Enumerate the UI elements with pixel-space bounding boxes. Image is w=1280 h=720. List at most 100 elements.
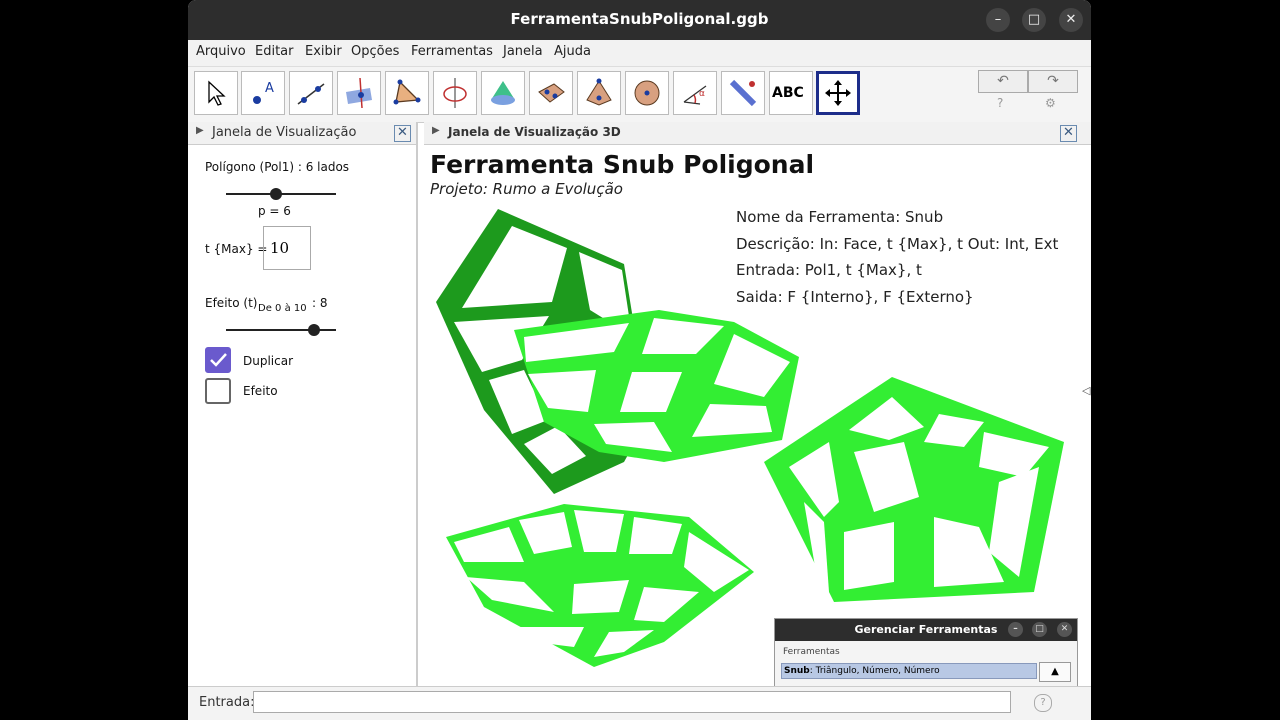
perpendicular-plane-icon	[346, 78, 372, 108]
effect-label: Efeito (t)	[205, 296, 258, 310]
move-tool-button[interactable]	[194, 71, 238, 115]
menu-opcoes[interactable]: Opções	[351, 44, 399, 59]
p-slider-knob[interactable]	[269, 188, 282, 200]
tool-list-item-snub[interactable]: Snub: Triângulo, Número, Número	[781, 663, 1037, 679]
menu-exibir[interactable]: Exibir	[305, 44, 342, 59]
title-bar: FerramentaSnubPoligonal.ggb – □ ✕	[188, 0, 1091, 40]
left-panel-close-icon[interactable]: ✕	[394, 125, 411, 142]
tmax-label: t {Max} =	[205, 242, 268, 256]
svg-text:A: A	[265, 81, 274, 96]
tool-manager-minimize-button[interactable]: –	[1008, 622, 1023, 637]
settings-gear-icon[interactable]: ⚙	[1045, 96, 1056, 110]
reflect-tool-button[interactable]	[721, 71, 765, 115]
tool-manager-title: Gerenciar Ferramentas	[854, 623, 998, 636]
reflect-plane-icon	[729, 79, 757, 107]
right-panel-header: ▶ Janela de Visualização 3D ✕	[424, 122, 1091, 145]
maximize-button[interactable]: □	[1022, 8, 1046, 32]
app-window: FerramentaSnubPoligonal.ggb – □ ✕ Arquiv…	[188, 0, 1091, 720]
cursor-arrow-icon	[208, 80, 226, 106]
cone-tool-button[interactable]	[481, 71, 525, 115]
collapse-arrow-icon[interactable]: ◁	[1082, 384, 1090, 397]
text-tool-label: ABC	[772, 85, 804, 101]
checkmark-icon	[210, 353, 227, 367]
snub-bowl-bottom	[446, 504, 754, 667]
menu-ajuda[interactable]: Ajuda	[554, 44, 591, 59]
right-panel-close-icon[interactable]: ✕	[1060, 125, 1077, 142]
effect-range-label: De 0 à 10	[258, 303, 307, 314]
effect-slider[interactable]	[226, 324, 336, 336]
menu-bar: Arquivo Editar Exibir Opções Ferramentas…	[188, 40, 1091, 67]
algebra-view-panel: ▶ Janela de Visualização ✕ Polígono (Pol…	[188, 122, 418, 686]
polygon-label: Polígono (Pol1) : 6 lados	[205, 160, 350, 174]
left-panel-title: Janela de Visualização	[212, 125, 357, 140]
toolbar: A α ABC ↶ ↷ ? ⚙	[188, 67, 1091, 123]
graphics-3d-panel[interactable]: ▶ Janela de Visualização 3D ✕ Ferramenta…	[424, 122, 1091, 686]
menu-arquivo[interactable]: Arquivo	[196, 44, 246, 59]
polygon-tool-button[interactable]	[385, 71, 429, 115]
move-up-button[interactable]: ▲	[1039, 662, 1071, 682]
angle-tool-button[interactable]: α	[673, 71, 717, 115]
duplicar-label: Duplicar	[243, 354, 294, 368]
tool-manager-maximize-button[interactable]: □	[1032, 622, 1047, 637]
tool-info-input: Entrada: Pol1, t {Max}, t	[736, 261, 922, 279]
undo-button[interactable]: ↶	[978, 70, 1028, 93]
menu-editar[interactable]: Editar	[255, 44, 294, 59]
efeito-checkbox[interactable]	[205, 378, 231, 404]
pyramid-icon	[586, 78, 612, 106]
svg-text:α: α	[699, 89, 705, 99]
window-title: FerramentaSnubPoligonal.ggb	[510, 10, 769, 28]
menu-janela[interactable]: Janela	[503, 44, 543, 59]
triangle-icon	[393, 79, 421, 105]
tool-item-desc: : Triângulo, Número, Número	[809, 666, 940, 676]
efeito-label: Efeito	[243, 384, 278, 398]
snub-hexagon-top-left	[436, 209, 649, 494]
sphere-icon	[634, 80, 660, 106]
snub-hexagon-top-right	[514, 310, 799, 462]
left-panel-header: ▶ Janela de Visualização ✕	[188, 122, 416, 145]
panel-expand-icon[interactable]: ▶	[196, 125, 204, 136]
perpendicular-tool-button[interactable]	[337, 71, 381, 115]
panel-expand-icon[interactable]: ▶	[432, 125, 440, 136]
move-view-tool-button[interactable]	[816, 71, 860, 115]
circle-tool-button[interactable]	[433, 71, 477, 115]
input-bar-label: Entrada:	[199, 695, 255, 710]
point-icon: A	[253, 81, 274, 104]
view-title: Ferramenta Snub Poligonal	[430, 150, 815, 179]
effect-slider-knob[interactable]	[308, 324, 320, 336]
p-slider[interactable]	[226, 188, 336, 200]
redo-button[interactable]: ↷	[1028, 70, 1078, 93]
tool-info-description: Descrição: In: Face, t {Max}, t Out: Int…	[736, 234, 1059, 253]
cone-icon	[491, 81, 515, 105]
tool-manager-group-label: Ferramentas	[783, 647, 840, 657]
tmax-input[interactable]: 10	[263, 226, 311, 270]
tool-manager-titlebar: Gerenciar Ferramentas – □ ✕	[775, 619, 1077, 641]
tool-manager-dialog: Gerenciar Ferramentas – □ ✕ Ferramentas …	[774, 618, 1078, 690]
net-tool-button[interactable]	[529, 71, 573, 115]
tool-info-block: Nome da Ferramenta: Snub Descrição: In: …	[736, 204, 1058, 310]
effect-value-label: : 8	[312, 296, 328, 310]
tool-info-output: Saida: F {Interno}, F {Externo}	[736, 287, 974, 306]
tool-manager-close-button[interactable]: ✕	[1057, 622, 1072, 637]
input-help-icon[interactable]: ?	[1034, 694, 1052, 712]
angle-icon: α	[683, 85, 707, 105]
net-icon	[538, 83, 565, 103]
line-icon	[297, 83, 325, 105]
pyramid-tool-button[interactable]	[577, 71, 621, 115]
duplicar-checkbox[interactable]	[205, 347, 231, 373]
tool-info-name: Nome da Ferramenta: Snub	[736, 208, 944, 226]
view-subtitle: Projeto: Rumo a Evolução	[430, 180, 623, 198]
sphere-tool-button[interactable]	[625, 71, 669, 115]
close-button[interactable]: ✕	[1059, 8, 1083, 32]
right-panel-title: Janela de Visualização 3D	[448, 125, 621, 139]
minimize-button[interactable]: –	[986, 8, 1010, 32]
line-tool-button[interactable]	[289, 71, 333, 115]
text-tool-button[interactable]: ABC	[769, 71, 813, 115]
menu-ferramentas[interactable]: Ferramentas	[411, 44, 493, 59]
p-value-label: p = 6	[258, 204, 291, 218]
snub-pentagon-right	[764, 377, 1064, 602]
input-bar: Entrada: ?	[188, 686, 1091, 720]
command-input[interactable]	[253, 691, 1011, 713]
help-icon[interactable]: ?	[997, 96, 1003, 110]
tool-item-name: Snub	[784, 666, 810, 676]
point-tool-button[interactable]: A	[241, 71, 285, 115]
